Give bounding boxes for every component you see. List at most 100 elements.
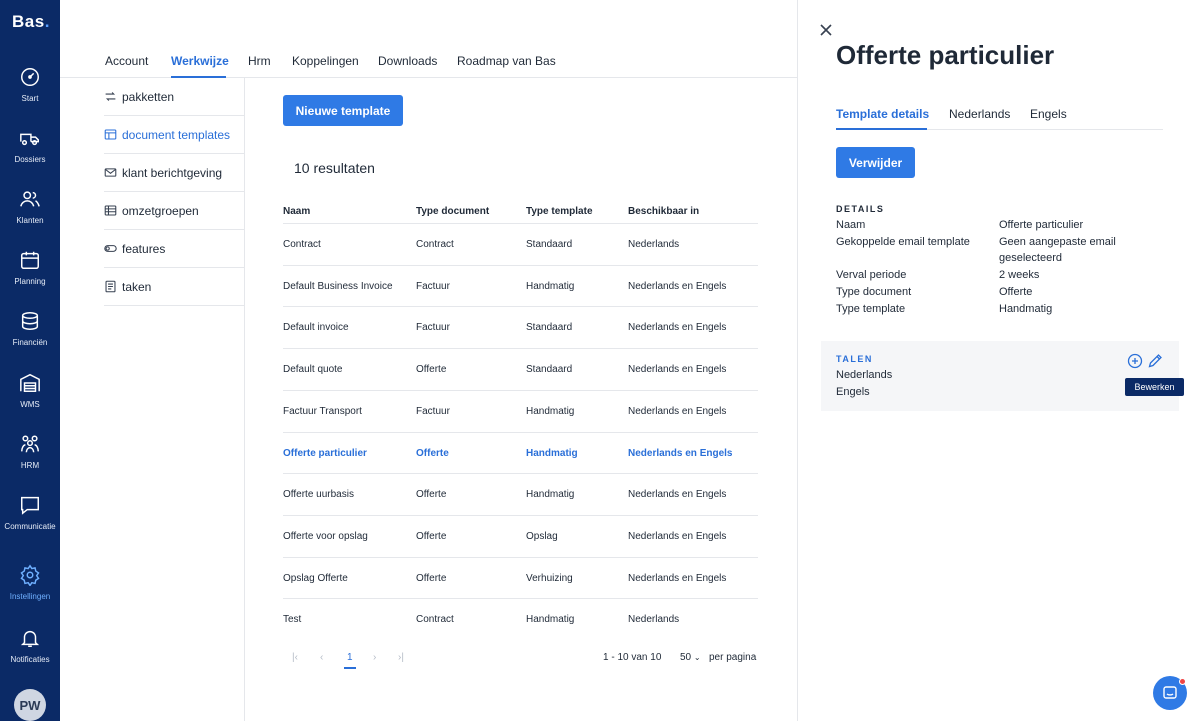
close-icon[interactable]: [818, 22, 834, 38]
submenu-label: taken: [122, 279, 152, 294]
submenu-label: document templates: [122, 127, 231, 142]
left-rail: Bas. Start Dossiers Klanten Planning Fin…: [0, 0, 60, 721]
page-size-value: 50: [680, 652, 692, 663]
calendar-icon: [21, 251, 39, 269]
submenu-item-klant-berichtgeving[interactable]: klant berichtgeving: [104, 154, 244, 192]
new-template-button[interactable]: Nieuwe template: [283, 95, 403, 126]
details-labels: Naam Gekoppelde email template Verval pe…: [836, 217, 970, 317]
nav-label: WMS: [20, 400, 40, 409]
cell-beschikbaar-in: Nederlands: [628, 614, 680, 626]
tab-hrm[interactable]: Hrm: [248, 54, 271, 68]
nav-dossiers[interactable]: Dossiers: [0, 127, 60, 183]
nav-notificaties[interactable]: Notificaties: [0, 627, 60, 683]
notification-badge: [1179, 678, 1186, 685]
table-row[interactable]: Default invoice Factuur Standaard Nederland…: [283, 306, 758, 348]
tab-account[interactable]: Account: [105, 54, 148, 68]
table-row[interactable]: Offerte uurbasis Offerte Handmatig Nederlan…: [283, 473, 758, 515]
table-row[interactable]: Factuur Transport Factuur Handmatig Nederla…: [283, 389, 758, 432]
nav-label: Notificaties: [10, 655, 50, 664]
first-page-icon[interactable]: |‹: [292, 652, 298, 663]
tab-roadmap[interactable]: Roadmap van Bas: [457, 54, 556, 68]
tab-nederlands[interactable]: Nederlands: [949, 107, 1010, 121]
nav-financien[interactable]: Financiën: [0, 310, 60, 366]
active-tab-indicator: [836, 128, 927, 130]
detail-label-naam: Naam: [836, 219, 866, 231]
nav-start[interactable]: Start: [0, 66, 60, 122]
detail-value-verval: 2 weeks: [999, 269, 1040, 282]
app-logo[interactable]: Bas.: [12, 12, 50, 32]
table-row[interactable]: Opslag Offerte Offerte Verhuizing Nederland…: [283, 556, 758, 599]
cell-naam: Default invoice: [283, 322, 349, 334]
cell-type-document: Contract: [416, 239, 454, 250]
nav-planning[interactable]: Planning: [0, 249, 60, 305]
delete-button[interactable]: Verwijder: [836, 147, 915, 178]
column-header-beschikbaar-in[interactable]: Beschikbaar in: [628, 206, 699, 217]
languages-section: TALEN Nederlands Engels: [821, 341, 1179, 411]
cell-beschikbaar-in: Nederlands en Engels: [628, 322, 727, 334]
cell-naam: Factuur Transport: [283, 405, 362, 417]
chevron-down-icon: ⌄: [693, 653, 701, 662]
cell-type-template: Standaard: [526, 239, 573, 250]
cell-naam: Opslag Offerte: [283, 572, 348, 584]
submenu-item-taken[interactable]: taken: [104, 268, 244, 306]
column-header-type-document[interactable]: Type document: [416, 206, 489, 217]
submenu-item-document-templates[interactable]: document templates: [104, 116, 244, 154]
tab-downloads[interactable]: Downloads: [378, 54, 437, 68]
add-circle-icon[interactable]: [1127, 353, 1143, 369]
submenu-item-features[interactable]: features: [104, 230, 244, 268]
cell-naam: Offerte uurbasis: [283, 489, 354, 501]
submenu-item-omzetgroepen[interactable]: omzetgroepen: [104, 192, 244, 230]
cell-type-template: Handmatig: [526, 280, 575, 292]
cell-beschikbaar-in: Nederlands en Engels: [628, 489, 727, 501]
nav-klanten[interactable]: Klanten: [0, 188, 60, 244]
tasks-icon: [105, 280, 116, 293]
submenu-item-pakketten[interactable]: pakketten: [104, 78, 244, 116]
cell-type-template: Standaard: [526, 322, 573, 334]
cell-type-document: Offerte: [416, 447, 449, 459]
table-row[interactable]: Default Business Invoice Factuur Handmatig…: [283, 264, 758, 307]
table-row[interactable]: Test Contract Handmatig Nederlands: [283, 598, 758, 640]
cell-naam: Default quote: [283, 364, 343, 376]
submenu-label: klant berichtgeving: [122, 165, 223, 180]
nav-instellingen[interactable]: Instellingen: [0, 564, 60, 620]
page-size-select[interactable]: 50 ⌄: [680, 652, 701, 663]
prev-page-icon[interactable]: ‹: [320, 652, 323, 663]
current-page[interactable]: 1: [347, 652, 353, 663]
table-row[interactable]: Offerte particulier Offerte Handmatig Neder…: [283, 431, 758, 474]
nav-communicatie[interactable]: Communicatie: [0, 494, 60, 550]
tab-template-details[interactable]: Template details: [836, 107, 929, 121]
table-row[interactable]: Offerte voor opslag Offerte Opslag Nederlan…: [283, 514, 758, 557]
nav-wms[interactable]: WMS: [0, 372, 60, 428]
table-icon: [104, 205, 117, 216]
current-page-indicator: [344, 667, 356, 669]
column-header-type-template[interactable]: Type template: [526, 206, 593, 217]
nav-label: Instellingen: [9, 592, 51, 601]
cell-beschikbaar-in: Nederlands en Engels: [628, 572, 727, 584]
cell-type-document: Factuur: [416, 405, 450, 417]
nav-hrm[interactable]: HRM: [0, 433, 60, 489]
languages-heading: TALEN: [836, 354, 873, 364]
warehouse-icon: [20, 373, 40, 392]
column-header-naam[interactable]: Naam: [283, 206, 310, 217]
detail-label-verval: Verval periode: [836, 269, 907, 282]
cell-beschikbaar-in: Nederlands en Engels: [628, 447, 733, 459]
avatar[interactable]: PW: [14, 689, 46, 721]
sub-menu: pakketten document templates klant beric…: [60, 78, 245, 721]
tab-engels[interactable]: Engels: [1030, 107, 1067, 121]
tab-werkwijze[interactable]: Werkwijze: [171, 54, 229, 68]
people-icon: [21, 435, 39, 453]
table-row[interactable]: Default quote Offerte Standaard Nederlands …: [283, 348, 758, 390]
packages-icon: [105, 92, 116, 101]
table-row[interactable]: Contract Contract Standaard Nederlands: [283, 223, 758, 265]
per-page-label: per pagina: [709, 652, 757, 663]
last-page-icon[interactable]: ›|: [398, 652, 404, 663]
next-page-icon[interactable]: ›: [373, 652, 376, 663]
cell-naam: Default Business Invoice: [283, 280, 393, 292]
tab-koppelingen[interactable]: Koppelingen: [292, 54, 359, 68]
dashboard-icon: [21, 68, 39, 86]
chat-launcher-button[interactable]: [1153, 676, 1187, 710]
detail-label-email: Gekoppelde email template: [836, 235, 970, 248]
pencil-icon[interactable]: [1147, 353, 1163, 369]
detail-value-email: Geen aangepaste email: [999, 235, 1116, 248]
language-item: Nederlands: [836, 369, 893, 381]
